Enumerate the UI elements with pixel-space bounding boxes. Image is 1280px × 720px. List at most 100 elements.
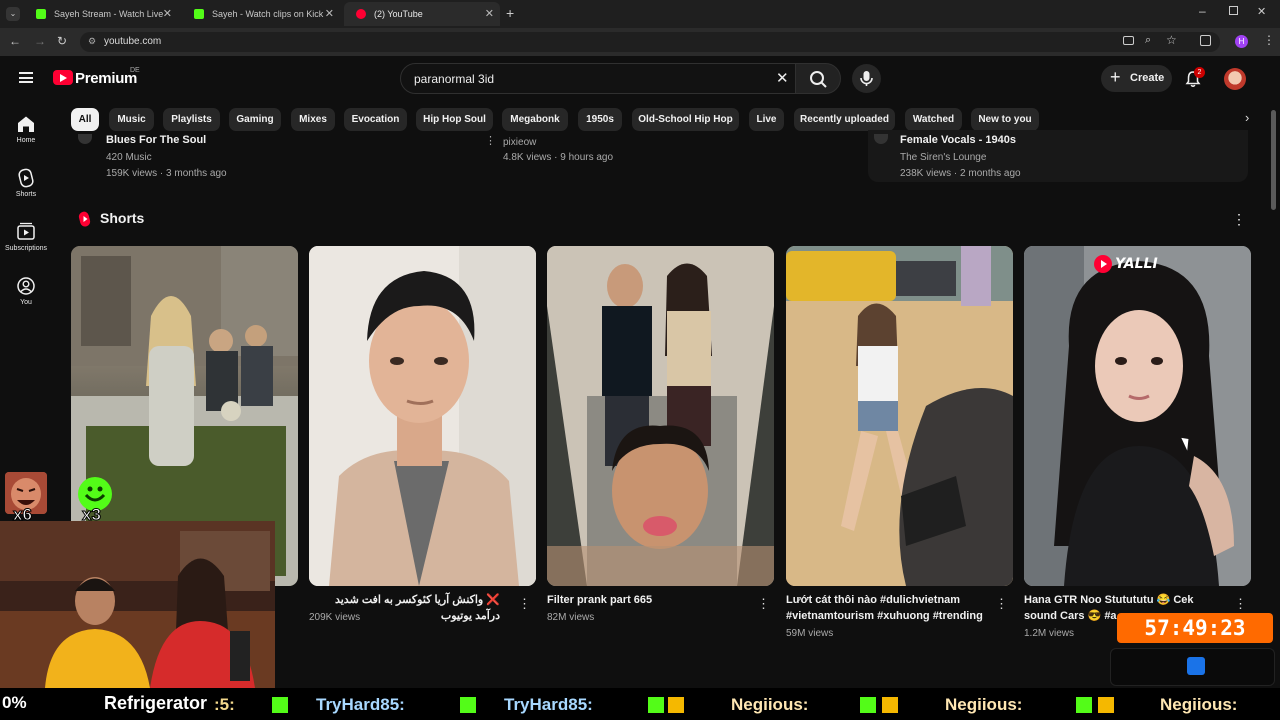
search-input[interactable]: paranormal 3id ✕ [400, 63, 796, 94]
url-text: youtube.com [104, 36, 162, 47]
maximize-icon[interactable] [1229, 6, 1238, 15]
video-meta: 159K views · 3 months ago [106, 168, 227, 179]
sidebar-item-subscriptions[interactable]: Subscriptions [0, 222, 52, 252]
short-views: 209K views [309, 612, 361, 623]
url-field[interactable]: ⚙ youtube.com [80, 32, 1220, 52]
new-tab-button[interactable]: + [506, 5, 514, 21]
create-button[interactable]: + Create [1101, 65, 1172, 92]
tab-title: Sayeh Stream - Watch Live on K [54, 9, 164, 19]
short-more-icon[interactable]: ⋮ [1234, 596, 1247, 612]
search-query: paranormal 3id [414, 72, 495, 86]
chip-1950s[interactable]: 1950s [578, 108, 622, 131]
clear-search-icon[interactable]: ✕ [776, 69, 789, 87]
minimize-icon[interactable]: – [1199, 4, 1206, 18]
short-thumbnail[interactable] [309, 246, 536, 586]
video-title[interactable]: Female Vocals - 1940s [900, 134, 1016, 146]
channel-name[interactable]: The Siren's Lounge [900, 152, 986, 163]
kick-badge-icon [272, 697, 288, 713]
chip-megabonk[interactable]: Megabonk [502, 108, 568, 131]
tab-list-button[interactable]: ⌄ [6, 7, 20, 21]
chip-hip-hop-soul[interactable]: Hip Hop Soul [416, 108, 493, 131]
kick-favicon-icon [194, 9, 204, 19]
search-icon [810, 71, 827, 88]
extensions-icon[interactable] [1200, 35, 1211, 46]
chip-playlists[interactable]: Playlists [163, 108, 220, 131]
close-tab-icon[interactable]: ✕ [485, 7, 494, 20]
zoom-icon[interactable]: ⌕ [1145, 34, 1151, 47]
browser-menu-icon[interactable]: ⋮ [1263, 33, 1275, 47]
sidebar-item-home[interactable]: Home [0, 114, 52, 144]
browser-tab-kick-clips[interactable]: Sayeh - Watch clips on Kick ✕ [182, 2, 340, 26]
percent-badge: 0% [2, 693, 27, 712]
chip-old-school-hip-hop[interactable]: Old-School Hip Hop [632, 108, 739, 131]
video-meta: 238K views · 2 months ago [900, 168, 1021, 179]
chips-next-icon[interactable]: › [1245, 110, 1249, 125]
chip-music[interactable]: Music [109, 108, 154, 131]
you-icon [17, 277, 35, 295]
profile-avatar[interactable]: H [1235, 35, 1248, 48]
youtube-logo-icon[interactable] [53, 70, 73, 85]
browser-tab-youtube[interactable]: (2) YouTube ✕ [344, 2, 500, 26]
channel-name[interactable]: 420 Music [106, 152, 152, 163]
chat-username: Negiious: [945, 695, 1023, 714]
video-meta: 4.8K views · 9 hours ago [503, 152, 614, 163]
video-title[interactable]: Blues For The Soul [106, 134, 206, 146]
create-label: Create [1130, 72, 1165, 84]
short-more-icon[interactable]: ⋮ [518, 596, 531, 612]
channel-name[interactable]: pixieow [503, 137, 536, 148]
channel-avatar[interactable] [78, 134, 92, 144]
scrollbar-thumb[interactable] [1271, 110, 1276, 210]
short-title[interactable]: Lướt cát thôi nào #dulichvietnam #vietna… [786, 592, 991, 624]
site-info-icon[interactable]: ⚙ [88, 36, 96, 47]
back-icon[interactable]: ← [9, 34, 21, 48]
crown-badge-icon [1098, 697, 1114, 713]
short-views: 82M views [547, 612, 595, 623]
close-window-icon[interactable]: ✕ [1257, 5, 1266, 18]
voice-search-button[interactable] [852, 64, 881, 93]
short-thumbnail-image [786, 246, 1013, 586]
youtube-premium-logo[interactable]: Premium [75, 70, 137, 87]
bookmark-star-icon[interactable]: ☆ [1166, 33, 1177, 47]
short-more-icon[interactable]: ⋮ [995, 596, 1008, 612]
chip-recently-uploaded[interactable]: Recently uploaded [794, 108, 895, 131]
chip-new-to-you[interactable]: New to you [971, 108, 1039, 131]
chat-ticker: 0% Refrigerator :5: TryHard85: TryHard85… [0, 688, 1280, 720]
close-tab-icon[interactable]: ✕ [163, 7, 172, 20]
account-avatar[interactable] [1224, 68, 1246, 90]
plus-icon: + [1110, 67, 1121, 87]
search-button[interactable] [795, 63, 841, 94]
menu-hamburger-icon[interactable] [19, 72, 33, 83]
close-tab-icon[interactable]: ✕ [325, 7, 334, 20]
browser-tab-kick-stream[interactable]: Sayeh Stream - Watch Live on K ✕ [24, 2, 178, 26]
chip-watched[interactable]: Watched [905, 108, 962, 131]
kick-badge-icon [860, 697, 876, 713]
short-thumbnail[interactable] [786, 246, 1013, 586]
reload-icon[interactable]: ↻ [57, 34, 67, 48]
shorts-more-icon[interactable]: ⋮ [1232, 211, 1246, 228]
chip-evocation[interactable]: Evocation [344, 108, 407, 131]
chat-username: Negiious: [1160, 695, 1238, 714]
chip-mixes[interactable]: Mixes [291, 108, 335, 131]
kick-favicon-icon [36, 9, 46, 19]
short-views: 59M views [786, 628, 834, 639]
short-thumbnail[interactable]: YALLI [1024, 246, 1251, 586]
chip-gaming[interactable]: Gaming [229, 108, 281, 131]
address-bar-row: ← → ↻ ⚙ youtube.com ⌕ ☆ H ⋮ [0, 28, 1280, 56]
more-options-icon[interactable]: ⋮ [485, 134, 496, 147]
short-title[interactable]: Filter prank part 665 [547, 592, 752, 608]
tab-title: Sayeh - Watch clips on Kick [212, 9, 324, 19]
now-playing-label: Refrigerator [104, 693, 208, 713]
short-more-icon[interactable]: ⋮ [757, 596, 770, 612]
sidebar-item-shorts[interactable]: Shorts [0, 168, 52, 198]
notifications-button[interactable]: 2 [1184, 67, 1205, 88]
microphone-icon [860, 71, 873, 86]
short-thumbnail[interactable] [547, 246, 774, 586]
sidebar-item-you[interactable]: You [0, 276, 52, 306]
country-code: DE [130, 67, 140, 74]
forward-icon[interactable]: → [34, 34, 46, 48]
shorts-icon [18, 168, 34, 188]
chip-live[interactable]: Live [749, 108, 784, 131]
chip-all[interactable]: All [71, 108, 99, 131]
cast-icon[interactable] [1123, 36, 1134, 45]
streamer-webcam [0, 521, 275, 688]
